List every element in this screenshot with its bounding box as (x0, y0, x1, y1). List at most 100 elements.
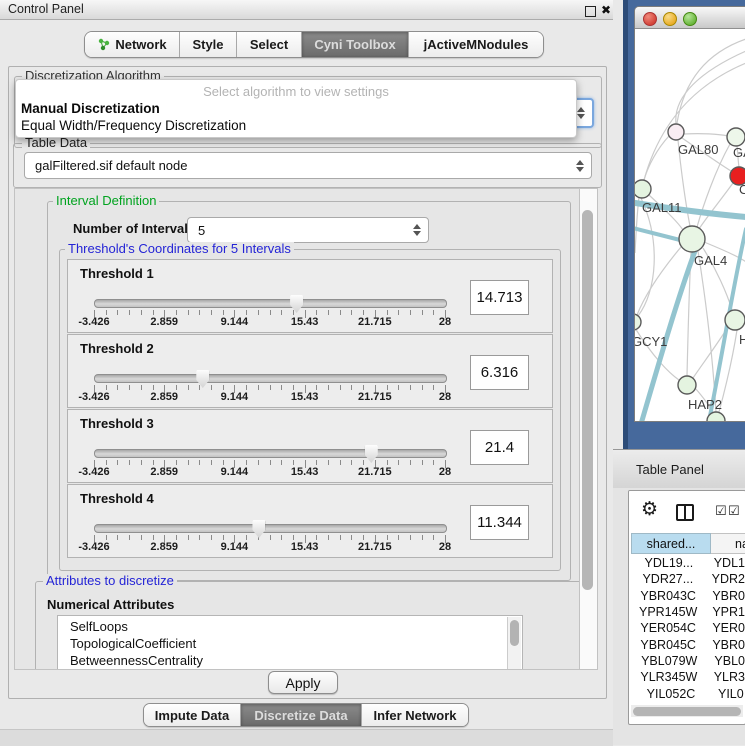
zoom-traffic-light-icon[interactable] (683, 12, 697, 26)
checkbox-icon[interactable]: ☑ (728, 504, 740, 519)
algorithm-dropdown-popup: Select algorithm to view settingsManual … (15, 79, 577, 138)
network-window-titlebar (635, 7, 745, 29)
tab-select[interactable]: Select (237, 32, 302, 57)
tick-label: 15.43 (291, 541, 319, 553)
numerical-attributes-list[interactable]: SelfLoopsTopologicalCoefficientBetweenne… (57, 615, 523, 670)
tab-discretize-data[interactable]: Discretize Data (241, 704, 362, 726)
table-row[interactable]: YDR27...YDR2 (631, 571, 745, 587)
threshold-label: Threshold 3 (80, 416, 154, 431)
combo-arrows-icon (577, 107, 592, 119)
network-node-label: C (739, 182, 745, 197)
slider-ticks (94, 460, 445, 470)
dropdown-item[interactable]: Manual Discretization (21, 101, 160, 116)
network-node[interactable] (635, 314, 641, 330)
table-row[interactable]: YLR345WYLR3 (631, 669, 745, 685)
tick-label: 15.43 (291, 391, 319, 403)
table-row[interactable]: YBL079WYBL0 (631, 653, 745, 669)
tick-label: 28 (439, 541, 451, 553)
network-node-label: GAL80 (678, 142, 718, 157)
threshold-value-field[interactable]: 6.316 (470, 355, 529, 390)
close-icon[interactable]: ✖ (601, 3, 611, 17)
slider-ticks (94, 535, 445, 545)
tab-cyni-toolbox[interactable]: Cyni Toolbox (302, 32, 409, 57)
control-panel-window: Control Panel ✖ NetworkStyleSelectCyni T… (0, 0, 614, 745)
table-toolbar: ⚙ ☑ ☑ (629, 491, 745, 531)
tick-label: -3.426 (78, 391, 109, 403)
settings-scroll-area: Interval Definition Number of Intervals … (14, 188, 581, 670)
tab-network[interactable]: Network (85, 32, 180, 57)
network-edge[interactable] (684, 134, 728, 136)
tab-impute-data[interactable]: Impute Data (144, 704, 241, 726)
tab-style[interactable]: Style (180, 32, 237, 57)
network-canvas[interactable]: GAL80GACGAL11GAL4GCY1HHAP2 (635, 28, 745, 421)
slider-track[interactable] (94, 449, 447, 458)
attribute-list-item[interactable]: BetweennessCentrality (58, 652, 522, 669)
main-scrollbar[interactable] (579, 188, 598, 670)
column-header-shared-name[interactable]: shared... (631, 533, 711, 554)
float-window-icon[interactable] (585, 6, 596, 17)
network-node[interactable] (668, 124, 684, 140)
table-data-combobox[interactable]: galFiltered.sif default node (24, 152, 592, 179)
threshold-panel: Threshold 4-3.4262.8599.14415.4321.71528… (67, 484, 553, 558)
network-edge[interactable] (638, 198, 654, 316)
tab-infer-network[interactable]: Infer Network (362, 704, 468, 726)
network-node[interactable] (725, 310, 745, 330)
dropdown-item[interactable]: Equal Width/Frequency Discretization (21, 118, 246, 133)
num-intervals-combobox[interactable]: 5 (187, 217, 429, 243)
split-panel-icon[interactable] (676, 504, 694, 521)
tick-label: 21.715 (358, 541, 392, 553)
table-data-combo-value: galFiltered.sif default node (25, 158, 576, 173)
apply-button[interactable]: Apply (268, 671, 338, 694)
list-scrollbar[interactable] (507, 617, 521, 670)
tick-label: 15.43 (291, 316, 319, 328)
network-edge[interactable] (676, 51, 745, 124)
table-row[interactable]: YER054CYER0 (631, 620, 745, 636)
network-node[interactable] (727, 128, 745, 146)
cell-shared-name: YBL079W (631, 654, 707, 668)
network-edge[interactable] (644, 63, 745, 180)
attribute-list-item[interactable]: TopologicalCoefficient (58, 635, 522, 652)
close-traffic-light-icon[interactable] (643, 12, 657, 26)
cell-name: YBL0 (707, 654, 745, 668)
minimize-traffic-light-icon[interactable] (663, 12, 677, 26)
cell-name: YDR2 (705, 572, 745, 586)
table-row[interactable]: YDL19...YDL1 (631, 555, 745, 571)
network-node[interactable] (635, 180, 651, 198)
table-row[interactable]: YBR043CYBR0 (631, 588, 745, 604)
tick-label: 28 (439, 316, 451, 328)
cell-shared-name: YLR345W (631, 670, 707, 684)
slider-track[interactable] (94, 524, 447, 533)
network-node[interactable] (679, 226, 705, 252)
cell-name: YLR3 (707, 670, 745, 684)
tick-label: 9.144 (221, 316, 249, 328)
table-row[interactable]: YPR145WYPR1 (631, 604, 745, 620)
main-scrollbar-thumb[interactable] (582, 210, 593, 590)
network-edge[interactable] (698, 251, 716, 412)
slider-track[interactable] (94, 374, 447, 383)
control-panel-titlebar: Control Panel ✖ (0, 0, 613, 20)
checkbox-icon[interactable]: ☑ (715, 504, 727, 519)
network-node[interactable] (678, 376, 696, 394)
gear-icon[interactable]: ⚙ (641, 498, 658, 520)
attribute-list-item[interactable]: SelfLoops (58, 618, 522, 635)
network-node-label: GCY1 (635, 334, 667, 349)
threshold-label: Threshold 2 (80, 341, 154, 356)
network-icon (97, 38, 110, 51)
network-view-window[interactable]: GAL80GACGAL11GAL4GCY1HHAP2 (634, 6, 745, 422)
combo-arrows-icon (413, 224, 428, 236)
slider-track[interactable] (94, 299, 447, 308)
network-edge[interactable] (699, 183, 733, 229)
threshold-value-field[interactable]: 14.713 (470, 280, 529, 315)
network-edge[interactable] (677, 39, 745, 123)
tick-label: 2.859 (150, 316, 178, 328)
table-row[interactable]: YBR045CYBR0 (631, 636, 745, 652)
threshold-value-field[interactable]: 11.344 (470, 505, 529, 540)
table-hscrollbar[interactable] (631, 705, 743, 717)
threshold-value-field[interactable]: 21.4 (470, 430, 529, 465)
tab-jactivemnodules[interactable]: jActiveMNodules (409, 32, 543, 57)
table-header-row[interactable]: shared... na (631, 533, 745, 554)
table-row[interactable]: YIL052CYIL0 (631, 685, 745, 701)
tick-label: 21.715 (358, 466, 392, 478)
network-edge[interactable] (644, 136, 669, 180)
column-header-name[interactable]: na (711, 533, 745, 554)
